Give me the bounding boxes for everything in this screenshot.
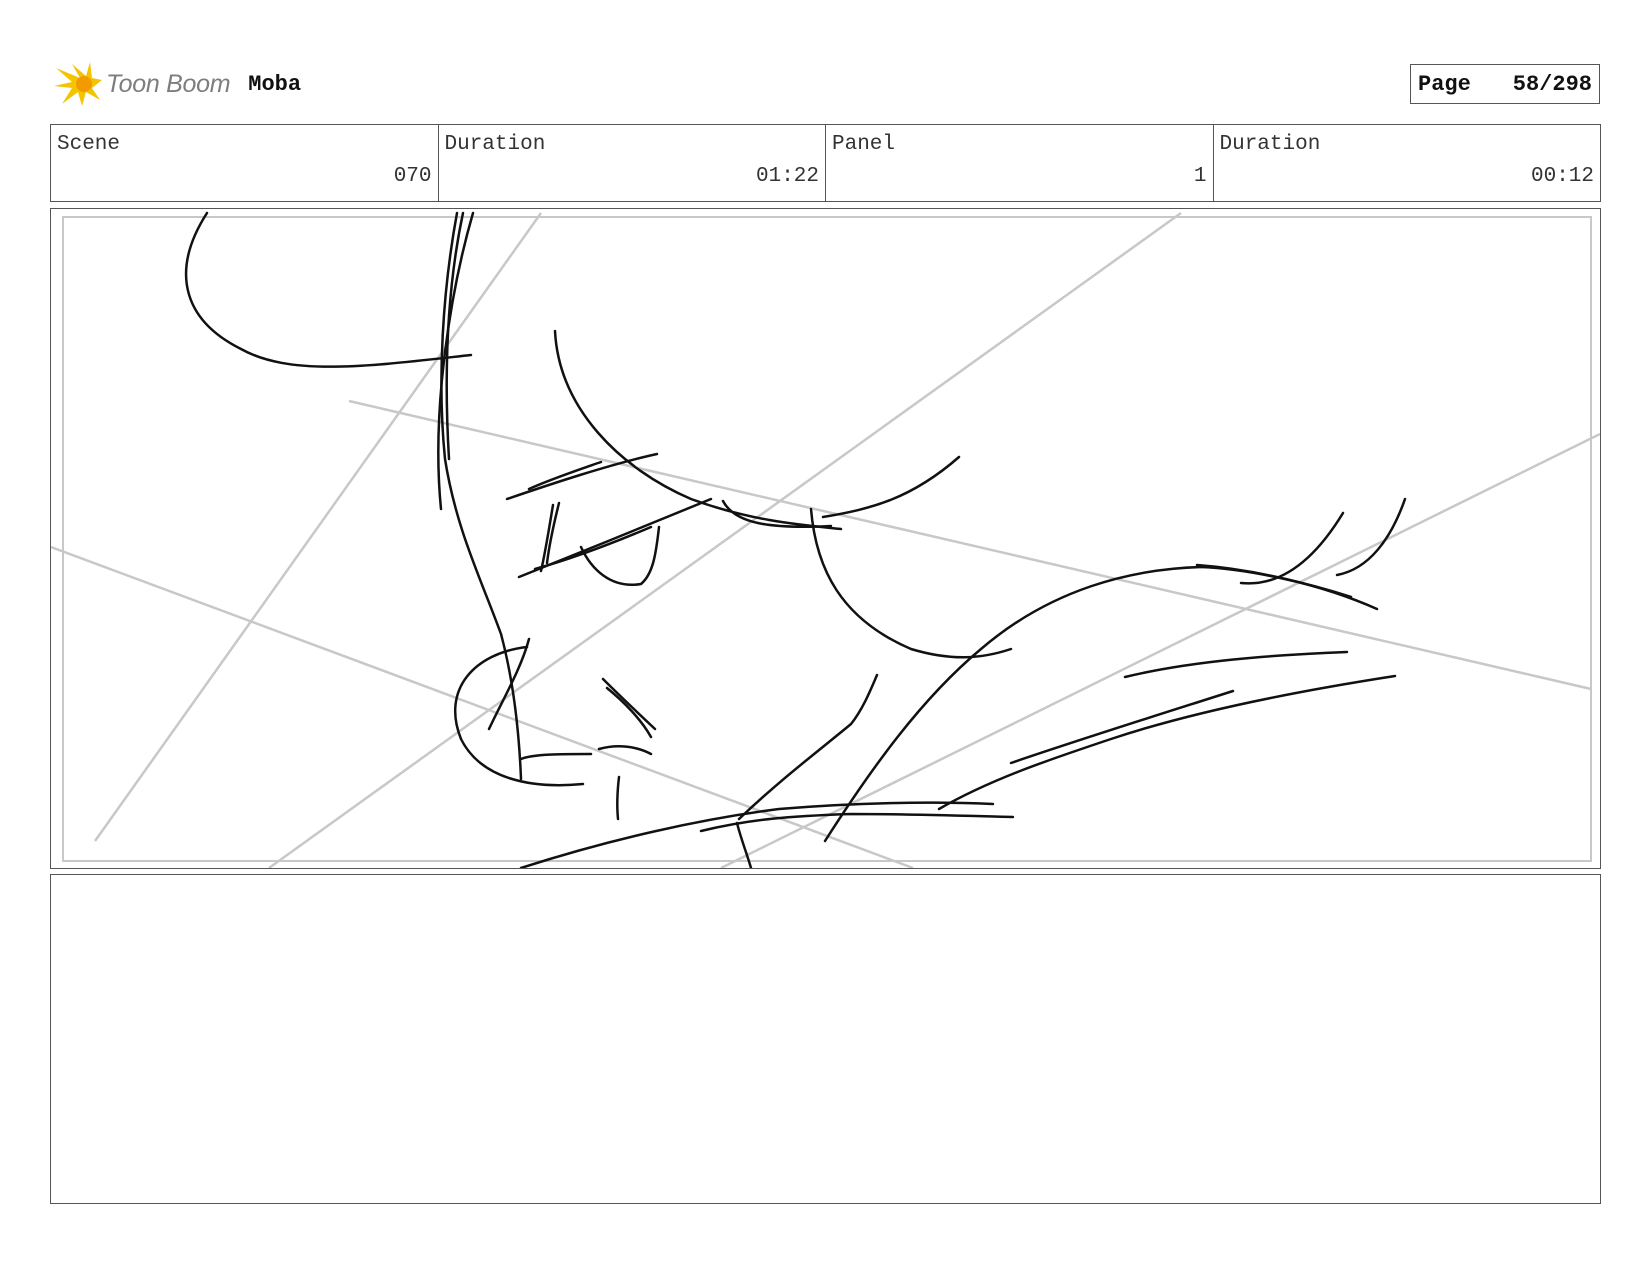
- scene-duration-cell: Duration 01:22: [439, 125, 826, 201]
- scene-cell: Scene 070: [51, 125, 439, 201]
- perspective-guides: [51, 211, 1600, 868]
- toon-boom-logo: Toon Boom Moba: [54, 58, 301, 110]
- page-number: 58/298: [1512, 71, 1592, 97]
- page-indicator: Page 58/298: [1410, 64, 1600, 104]
- project-title: Moba: [248, 71, 302, 97]
- scene-duration-value: 01:22: [755, 165, 819, 188]
- panel-notes[interactable]: [50, 874, 1601, 1204]
- toon-boom-burst-icon: [54, 62, 102, 106]
- storyboard-panel[interactable]: [50, 208, 1601, 869]
- scene-value: 070: [393, 165, 432, 188]
- sketch-lines: [184, 211, 1407, 868]
- scene-label: Scene: [57, 133, 121, 156]
- page-label: Page: [1418, 71, 1471, 97]
- panel-cell: Panel 1: [826, 125, 1214, 201]
- sketch-drawing: [51, 211, 1600, 868]
- panel-value: 1: [1193, 165, 1207, 188]
- safe-area-frame: [62, 216, 1592, 862]
- panel-label: Panel: [832, 133, 896, 156]
- panel-duration-value: 00:12: [1530, 165, 1594, 188]
- storyboard-info-row: Scene 070 Duration 01:22 Panel 1 Duratio…: [50, 124, 1601, 202]
- panel-duration-cell: Duration 00:12: [1214, 125, 1601, 201]
- scene-duration-label: Duration: [444, 133, 546, 156]
- panel-duration-label: Duration: [1219, 133, 1321, 156]
- brand-name: Toon Boom: [106, 69, 231, 98]
